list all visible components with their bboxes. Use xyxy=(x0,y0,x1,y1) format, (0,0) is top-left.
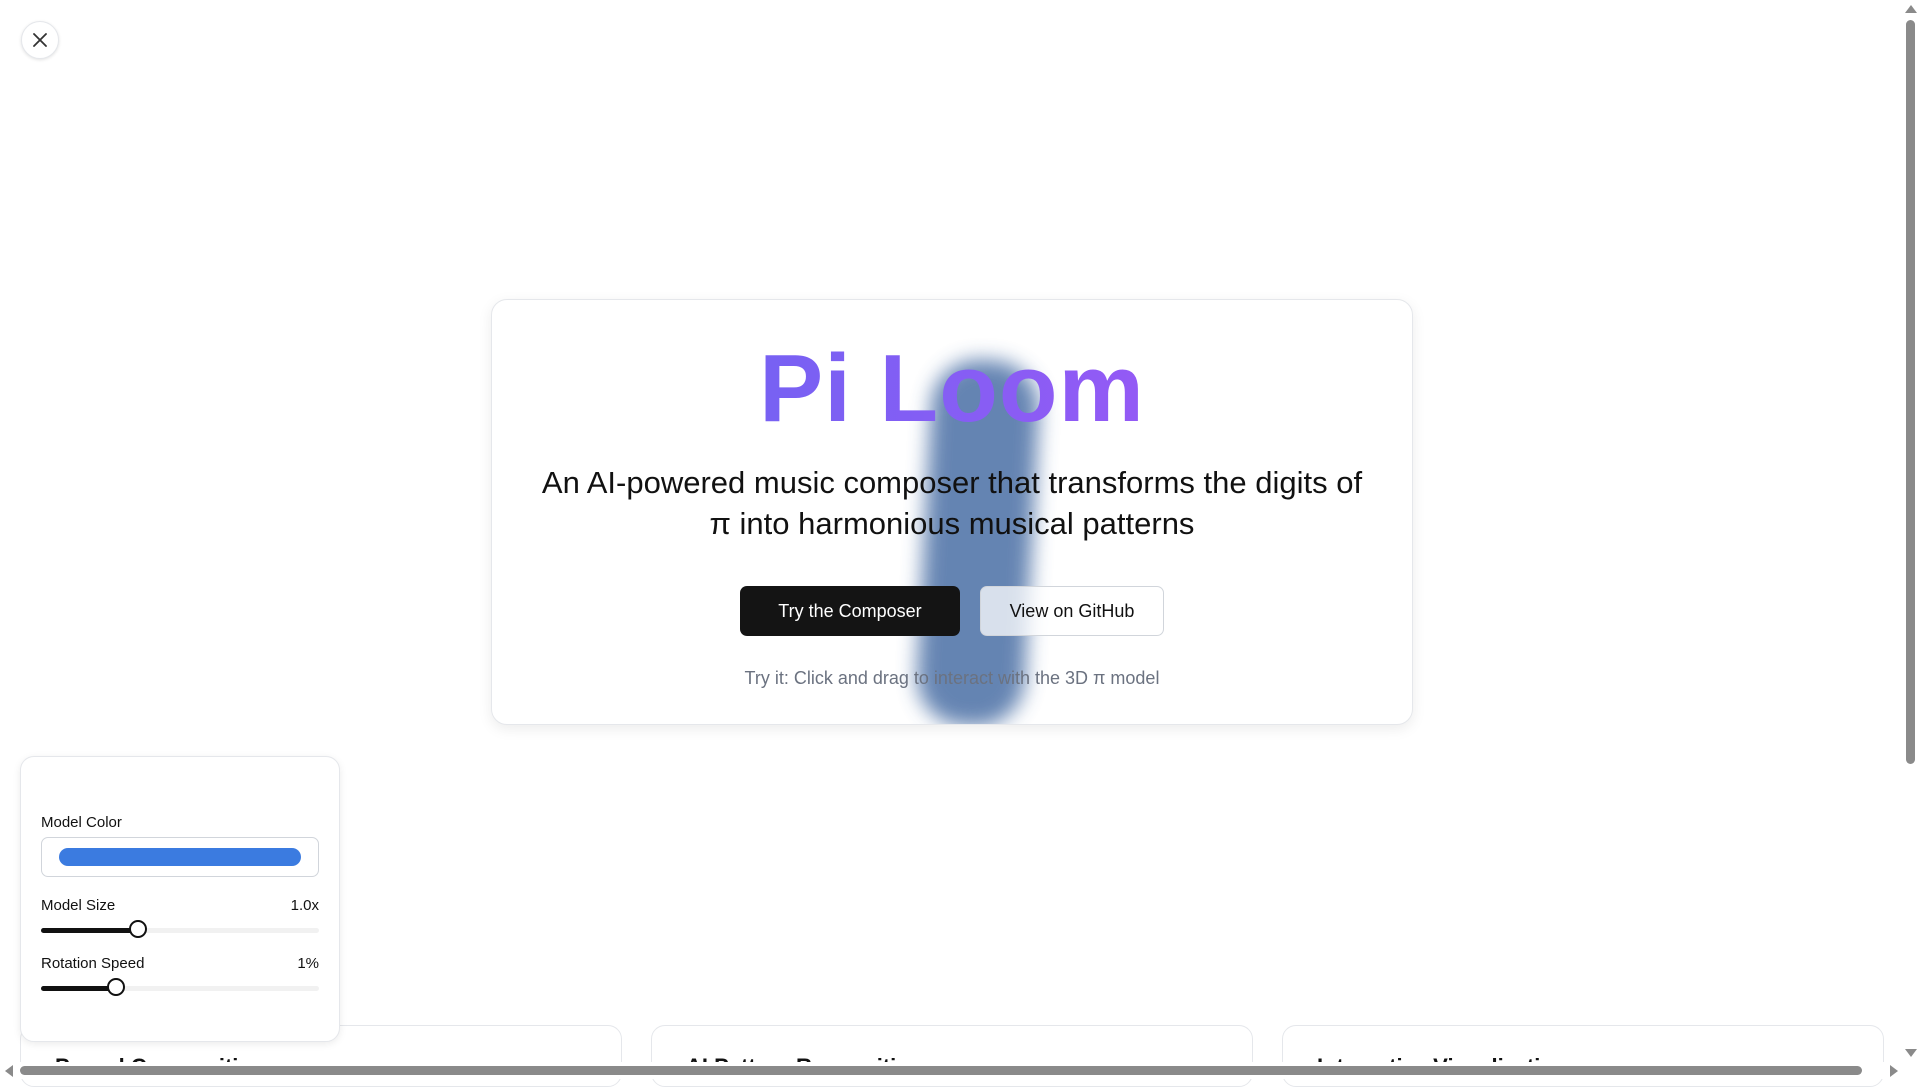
model-size-slider[interactable] xyxy=(41,920,319,940)
model-size-label: Model Size xyxy=(41,897,116,914)
hero-title: Pi Loom xyxy=(492,334,1412,444)
vertical-scroll-thumb[interactable] xyxy=(1906,20,1915,764)
model-color-picker[interactable] xyxy=(41,837,319,877)
hero-subtitle: An AI-powered music composer that transf… xyxy=(541,465,1363,541)
horizontal-scrollbar[interactable] xyxy=(0,1062,1902,1079)
scroll-right-arrow-icon[interactable] xyxy=(1890,1065,1898,1077)
scroll-down-arrow-icon[interactable] xyxy=(1905,1049,1917,1057)
hero-actions: Try the Composer View on GitHub xyxy=(492,586,1412,636)
vertical-scrollbar[interactable] xyxy=(1902,0,1919,1079)
rotation-speed-label: Rotation Speed xyxy=(41,955,145,972)
slider-fill xyxy=(41,986,117,991)
close-button[interactable] xyxy=(21,21,59,59)
model-control-panel: Model Color Model Size 1.0x Rotation Spe… xyxy=(20,756,340,1042)
color-swatch xyxy=(59,848,301,866)
model-color-label: Model Color xyxy=(41,814,122,831)
interaction-hint: Try it: Click and drag to interact with … xyxy=(744,668,1160,688)
horizontal-scroll-thumb[interactable] xyxy=(20,1066,1862,1075)
hero-card: Pi Loom An AI-powered music composer tha… xyxy=(491,299,1413,725)
close-icon xyxy=(33,33,47,47)
model-size-value: 1.0x xyxy=(290,897,319,914)
rotation-speed-value: 1% xyxy=(297,955,319,972)
scroll-up-arrow-icon[interactable] xyxy=(1905,5,1917,13)
slider-fill xyxy=(41,928,139,933)
slider-thumb[interactable] xyxy=(129,920,148,938)
slider-thumb[interactable] xyxy=(107,978,126,996)
try-composer-button[interactable]: Try the Composer xyxy=(740,586,960,636)
rotation-speed-slider[interactable] xyxy=(41,978,319,998)
scroll-left-arrow-icon[interactable] xyxy=(5,1065,13,1077)
view-github-button[interactable]: View on GitHub xyxy=(980,586,1164,636)
